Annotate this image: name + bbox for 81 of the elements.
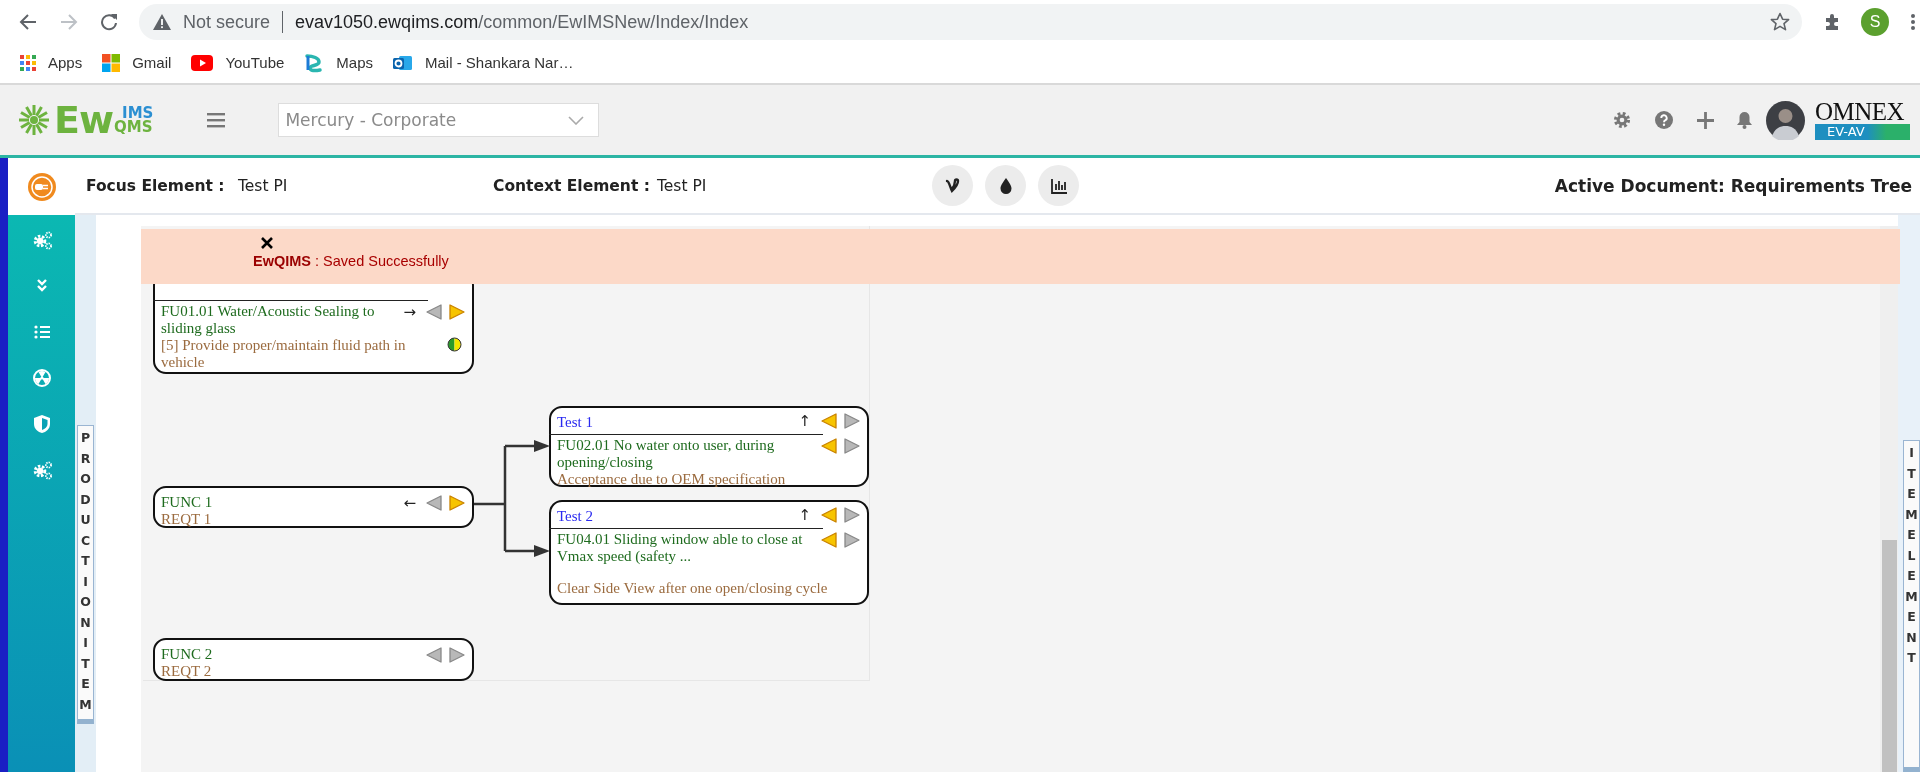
brand-name: OMNEX <box>1815 100 1906 123</box>
function-name: FUNC 1 <box>161 494 213 511</box>
direction-arrow[interactable]: → <box>403 304 416 320</box>
note-text: Clear Side View after one open/closing cycle <box>557 580 828 597</box>
triangle-right-icon[interactable] <box>843 412 861 430</box>
field-label: Context Element : <box>493 176 651 195</box>
item-text: FU04.01 Sliding window able to close at Vmax speed (safety ... <box>557 531 804 564</box>
triangle-left-icon[interactable] <box>425 303 443 321</box>
security-label: Not secure <box>183 11 271 33</box>
triangle-right-icon[interactable] <box>448 303 466 321</box>
bookmark-link[interactable]: Apps <box>20 54 83 71</box>
swirl-icon <box>304 52 325 73</box>
bookmark-link[interactable]: Maps <box>304 52 373 73</box>
star-icon[interactable] <box>1770 12 1790 32</box>
reload-icon[interactable] <box>100 13 118 31</box>
active-document-label: Active Document: Requirements Tree <box>1554 175 1912 196</box>
add-icon[interactable] <box>1697 111 1714 129</box>
direction-arrow[interactable]: ↑ <box>798 413 811 429</box>
chevron-down-icon <box>568 115 585 125</box>
warning-icon <box>153 14 171 30</box>
user-avatar[interactable] <box>1766 100 1805 140</box>
menu-icon[interactable] <box>207 112 226 128</box>
triangle-left-icon[interactable] <box>820 531 838 549</box>
apps-grid-icon <box>20 54 36 71</box>
direction-arrow[interactable]: ← <box>403 495 416 511</box>
round-icon-button[interactable] <box>1038 165 1079 206</box>
note-text: Acceptance due to OEM specification <box>557 471 786 488</box>
more-menu-icon[interactable] <box>1911 14 1915 30</box>
field-label: Focus Element : <box>86 176 226 195</box>
requirement-card[interactable]: Test 2 ↑ FU04.01 Sliding window able to close at Vmax speed (safety ... Clear Side View after one open/closing cycle <box>549 500 869 605</box>
gears-icon[interactable] <box>31 460 52 480</box>
triangle-right-icon[interactable] <box>843 437 861 455</box>
requirement-card[interactable]: Test 1 ↑ FU02.01 No water onto user, during opening/closing Acceptance due to OEM specification <box>549 406 869 487</box>
forward-arrow-icon[interactable] <box>60 13 78 31</box>
triangle-right-icon[interactable] <box>843 506 861 524</box>
close-icon[interactable] <box>261 237 273 249</box>
help-icon[interactable] <box>1655 111 1673 129</box>
round-icon-button[interactable] <box>932 165 973 206</box>
brand-tag: EV-AV <box>1815 123 1910 140</box>
requirement-card[interactable]: FUNC 1 REQT 1 ← <box>153 486 474 528</box>
radiation-icon[interactable] <box>31 368 52 388</box>
plug-logo-icon[interactable] <box>26 171 57 202</box>
sunburst-icon <box>18 104 50 136</box>
toast-message: EwQIMS : Saved Successfully <box>253 253 449 269</box>
bookmark-link[interactable]: YouTube <box>191 54 285 71</box>
triangle-right-icon[interactable] <box>843 531 861 549</box>
gears-icon[interactable] <box>31 230 52 250</box>
bookmark-link[interactable]: Gmail <box>102 53 172 72</box>
triangle-left-icon[interactable] <box>425 646 443 664</box>
triangle-left-icon[interactable] <box>820 506 838 524</box>
triangle-right-icon[interactable] <box>448 646 466 664</box>
bookmark-link[interactable]: Mail - Shankara Nar… <box>393 52 574 73</box>
settings-icon[interactable] <box>1613 111 1631 129</box>
shield-icon[interactable] <box>31 414 52 434</box>
field-value: Test PI <box>657 176 707 195</box>
site-dropdown[interactable]: Mercury - Corporate <box>278 103 600 137</box>
requirement-card[interactable]: FUNC 2 REQT 2 <box>153 638 474 681</box>
triangle-left-icon[interactable] <box>820 412 838 430</box>
note-text: [5] Provide proper/maintain fluid path in vehicle <box>161 337 407 370</box>
triangle-left-icon[interactable] <box>425 494 443 512</box>
function-name: FUNC 2 <box>161 646 213 663</box>
round-icon-button[interactable] <box>985 165 1026 206</box>
field-value: Test PI <box>238 176 288 195</box>
card-title: Test 1 <box>557 413 594 431</box>
back-arrow-icon[interactable] <box>19 13 37 31</box>
vertical-tab[interactable]: ITEM ELEMENT <box>1903 440 1920 772</box>
triangle-right-icon[interactable] <box>448 494 466 512</box>
triangle-left-icon[interactable] <box>820 437 838 455</box>
requirement-name: REQT 2 <box>161 662 213 679</box>
item-text: FU02.01 No water onto user, during opening/closing <box>557 437 776 470</box>
requirement-name: REQT 1 <box>161 510 213 527</box>
item-text: FU01.01 Water/Acoustic Sealing to sliding glass <box>161 303 376 336</box>
vertical-tab[interactable]: PRODUCTION ITEM <box>77 425 94 724</box>
four-squares-icon <box>102 53 121 72</box>
direction-arrow[interactable]: ↑ <box>798 507 811 523</box>
scrollbar[interactable] <box>1880 226 1898 772</box>
play-icon <box>191 54 214 71</box>
address-bar[interactable]: Not secure evav1050.ewqims.com/common/EwIMSNew/Index/Index <box>139 4 1802 40</box>
card-title: Test 2 <box>557 507 594 525</box>
notification-bell-icon[interactable] <box>1736 111 1753 129</box>
url-text: evav1050.ewqims.com/common/EwIMSNew/Index/Index <box>295 11 750 33</box>
